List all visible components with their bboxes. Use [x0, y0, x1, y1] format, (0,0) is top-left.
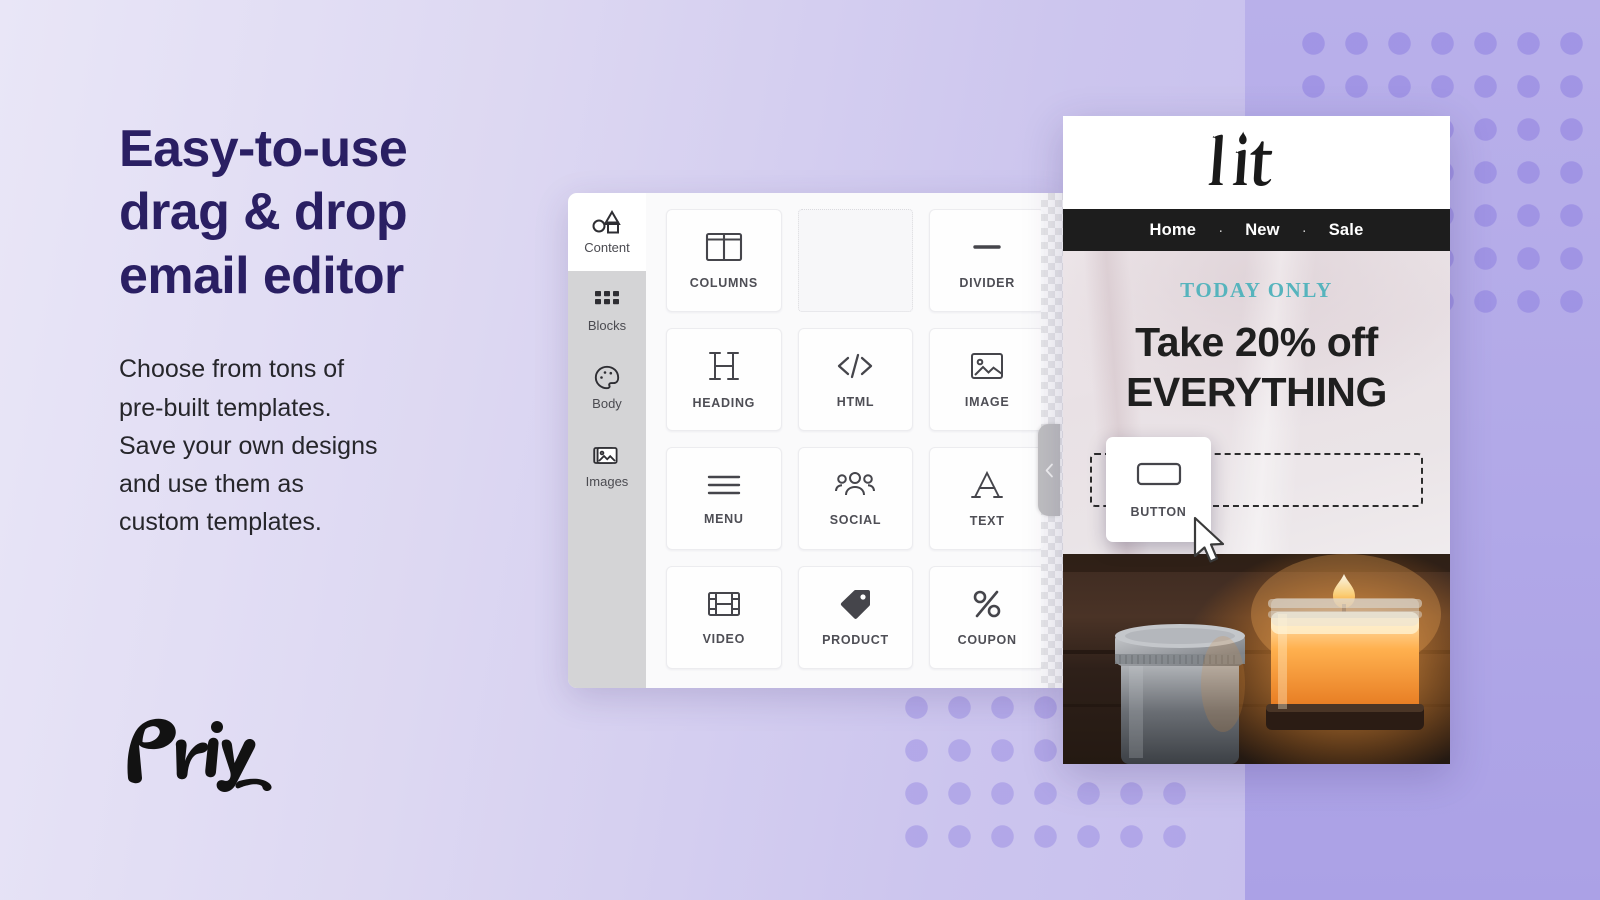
- block-tile-label: IMAGE: [964, 395, 1010, 409]
- subcopy-line-4: and use them as: [119, 470, 304, 499]
- email-headline: Take 20% off EVERYTHING: [1063, 317, 1450, 417]
- dragged-block-tile-label: BUTTON: [1130, 504, 1187, 519]
- content-blocks-grid: COLUMNS DIVIDER HEADING HTML IMAGE MENU …: [646, 193, 1063, 688]
- email-logo: [1063, 116, 1450, 209]
- privy-logo: [118, 708, 308, 792]
- shapes-icon: [592, 209, 622, 234]
- editor-sidebar: Content Blocks Body Images: [568, 193, 646, 688]
- video-icon: [706, 589, 742, 619]
- subcopy-line-1: Choose from tons of: [119, 355, 345, 384]
- images-icon: [593, 444, 621, 468]
- page-root: Easy-to-use drag & drop email editor Cho…: [0, 0, 1600, 900]
- block-tile-product[interactable]: PRODUCT: [797, 566, 914, 669]
- heading-icon: [706, 349, 742, 383]
- subcopy: Choose from tons of pre-built templates.…: [119, 350, 549, 541]
- block-tile-label: HTML: [836, 395, 875, 409]
- block-tile-image[interactable]: IMAGE: [929, 328, 1045, 431]
- email-nav-link-new[interactable]: New: [1245, 221, 1280, 240]
- image-icon: [969, 350, 1005, 382]
- block-tile-label: SOCIAL: [829, 513, 882, 527]
- menu-icon: [705, 471, 743, 499]
- block-tile-label: PRODUCT: [822, 633, 889, 647]
- text-icon: [970, 469, 1004, 501]
- block-tile-label: DIVIDER: [959, 276, 1015, 290]
- sidebar-item-label: Images: [585, 473, 629, 489]
- code-icon: [835, 350, 875, 382]
- block-tile-text[interactable]: TEXT: [929, 447, 1045, 550]
- product-tag-icon: [838, 588, 872, 620]
- email-nav: Home · New · Sale: [1063, 209, 1450, 251]
- email-headline-line-1: Take 20% off: [1135, 319, 1378, 365]
- email-editor-panel: Content Blocks Body Images COLUMNS DIVID…: [568, 193, 1063, 688]
- block-tile-columns[interactable]: COLUMNS: [666, 209, 782, 312]
- block-tile-html[interactable]: HTML: [797, 328, 914, 431]
- block-tile-video[interactable]: VIDEO: [666, 566, 782, 669]
- divider-icon: [968, 231, 1006, 263]
- nav-separator-2: ·: [1301, 221, 1307, 239]
- candle-jars-photo: [1063, 554, 1450, 764]
- block-tile-divider[interactable]: DIVIDER: [929, 209, 1045, 312]
- block-tile-coupon[interactable]: COUPON: [929, 566, 1045, 669]
- headline-line-3: email editor: [119, 246, 404, 305]
- palette-icon: [594, 365, 620, 390]
- sidebar-item-body[interactable]: Body: [568, 349, 646, 427]
- subcopy-line-2: pre-built templates.: [119, 393, 332, 422]
- coupon-percent-icon: [970, 588, 1004, 620]
- block-tile-menu[interactable]: MENU: [666, 447, 782, 550]
- email-kicker: TODAY ONLY: [1180, 278, 1333, 302]
- block-tile-label: COLUMNS: [689, 276, 758, 290]
- email-headline-line-2: EVERYTHING: [1125, 369, 1388, 416]
- block-tile-drop-slot[interactable]: [797, 209, 914, 312]
- social-icon: [834, 470, 876, 500]
- block-tile-label: HEADING: [692, 396, 756, 410]
- sidebar-item-images[interactable]: Images: [568, 427, 646, 505]
- collapse-panel-button[interactable]: [1038, 424, 1060, 516]
- chevron-left-icon: [1045, 463, 1054, 478]
- sidebar-item-content[interactable]: Content: [568, 193, 646, 271]
- button-icon: [1136, 461, 1182, 492]
- block-tile-heading[interactable]: HEADING: [666, 328, 782, 431]
- grid-icon: [594, 288, 620, 312]
- block-tile-label: COUPON: [957, 633, 1017, 647]
- subcopy-line-3: Save your own designs: [119, 431, 378, 460]
- nav-separator-1: ·: [1218, 221, 1224, 239]
- email-nav-link-sale[interactable]: Sale: [1329, 221, 1364, 240]
- headline-line-1: Easy-to-use: [119, 120, 408, 178]
- sidebar-item-blocks[interactable]: Blocks: [568, 271, 646, 349]
- block-tile-social[interactable]: SOCIAL: [797, 447, 914, 550]
- sidebar-item-label: Content: [584, 239, 630, 255]
- block-tile-label: TEXT: [969, 514, 1005, 528]
- block-tile-label: MENU: [704, 512, 744, 526]
- headline-line-2: drag & drop: [119, 183, 408, 242]
- columns-icon: [705, 231, 743, 263]
- page-title: Easy-to-use drag & drop email editor: [119, 118, 549, 308]
- block-tile-label: VIDEO: [702, 632, 746, 646]
- marketing-copy: Easy-to-use drag & drop email editor Cho…: [119, 118, 549, 542]
- dragged-block-tile-button[interactable]: BUTTON: [1106, 437, 1211, 542]
- sidebar-item-label: Blocks: [587, 317, 627, 333]
- email-nav-link-home[interactable]: Home: [1150, 221, 1197, 240]
- sidebar-item-label: Body: [592, 396, 622, 411]
- subcopy-line-5: custom templates.: [119, 508, 322, 537]
